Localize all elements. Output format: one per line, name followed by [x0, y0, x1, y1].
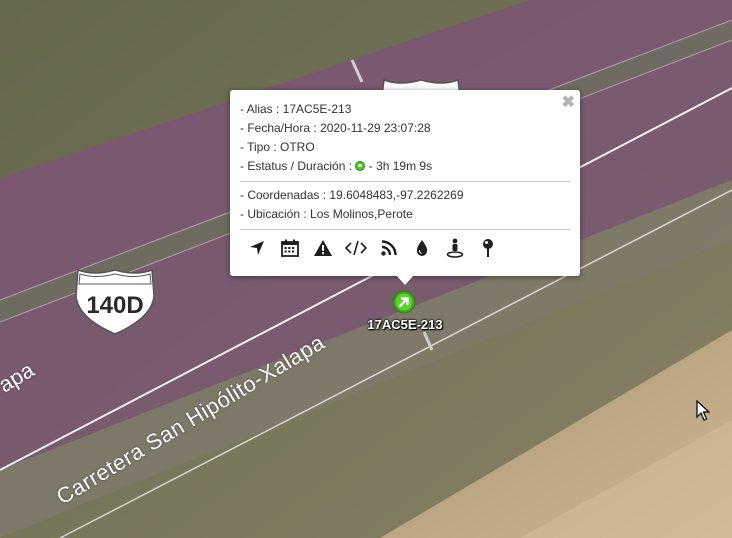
navigation-arrow-icon[interactable] — [246, 237, 268, 259]
vehicle-info-popup: ✖ - Alias : 17AC5E-213 - Fecha/Hora : 20… — [230, 90, 580, 285]
type-row: - Tipo : OTRO — [240, 140, 315, 154]
divider — [240, 229, 570, 230]
vehicle-label: 17AC5E-213 — [367, 317, 443, 332]
vehicle-marker-icon[interactable] — [392, 290, 416, 314]
status-indicator-icon — [355, 161, 366, 171]
status-row: - Estatus / Duración : - 3h 19m 9s — [240, 157, 570, 176]
map-view[interactable]: 140D Carretera San Hipólito-Xalapa apa 1… — [0, 0, 732, 538]
calendar-icon[interactable] — [279, 237, 301, 259]
mouse-cursor-icon — [696, 400, 710, 421]
route-shield: 140D — [75, 268, 155, 335]
divider — [240, 181, 570, 182]
close-icon[interactable]: ✖ — [562, 93, 575, 113]
location-row: - Ubicación : Los Molinos,Perote — [240, 207, 413, 221]
street-view-icon[interactable] — [444, 237, 466, 259]
popup-pointer — [396, 275, 414, 285]
alias-row: - Alias : 17AC5E-213 — [240, 102, 352, 116]
status-prefix: - Estatus / Duración : — [240, 159, 353, 173]
route-shield-label: 140D — [86, 292, 143, 319]
popup-toolbar — [240, 234, 570, 262]
warning-icon[interactable] — [312, 237, 334, 259]
status-duration: - 3h 19m 9s — [368, 159, 433, 173]
datetime-row: - Fecha/Hora : 2020-11-29 23:07:28 — [240, 121, 431, 135]
rss-icon[interactable] — [378, 237, 400, 259]
coordinates-row: - Coordenadas : 19.6048483,-97.2262269 — [240, 188, 464, 202]
map-pin-icon[interactable] — [477, 237, 499, 259]
drop-icon[interactable] — [411, 237, 433, 259]
code-icon[interactable] — [345, 237, 367, 259]
